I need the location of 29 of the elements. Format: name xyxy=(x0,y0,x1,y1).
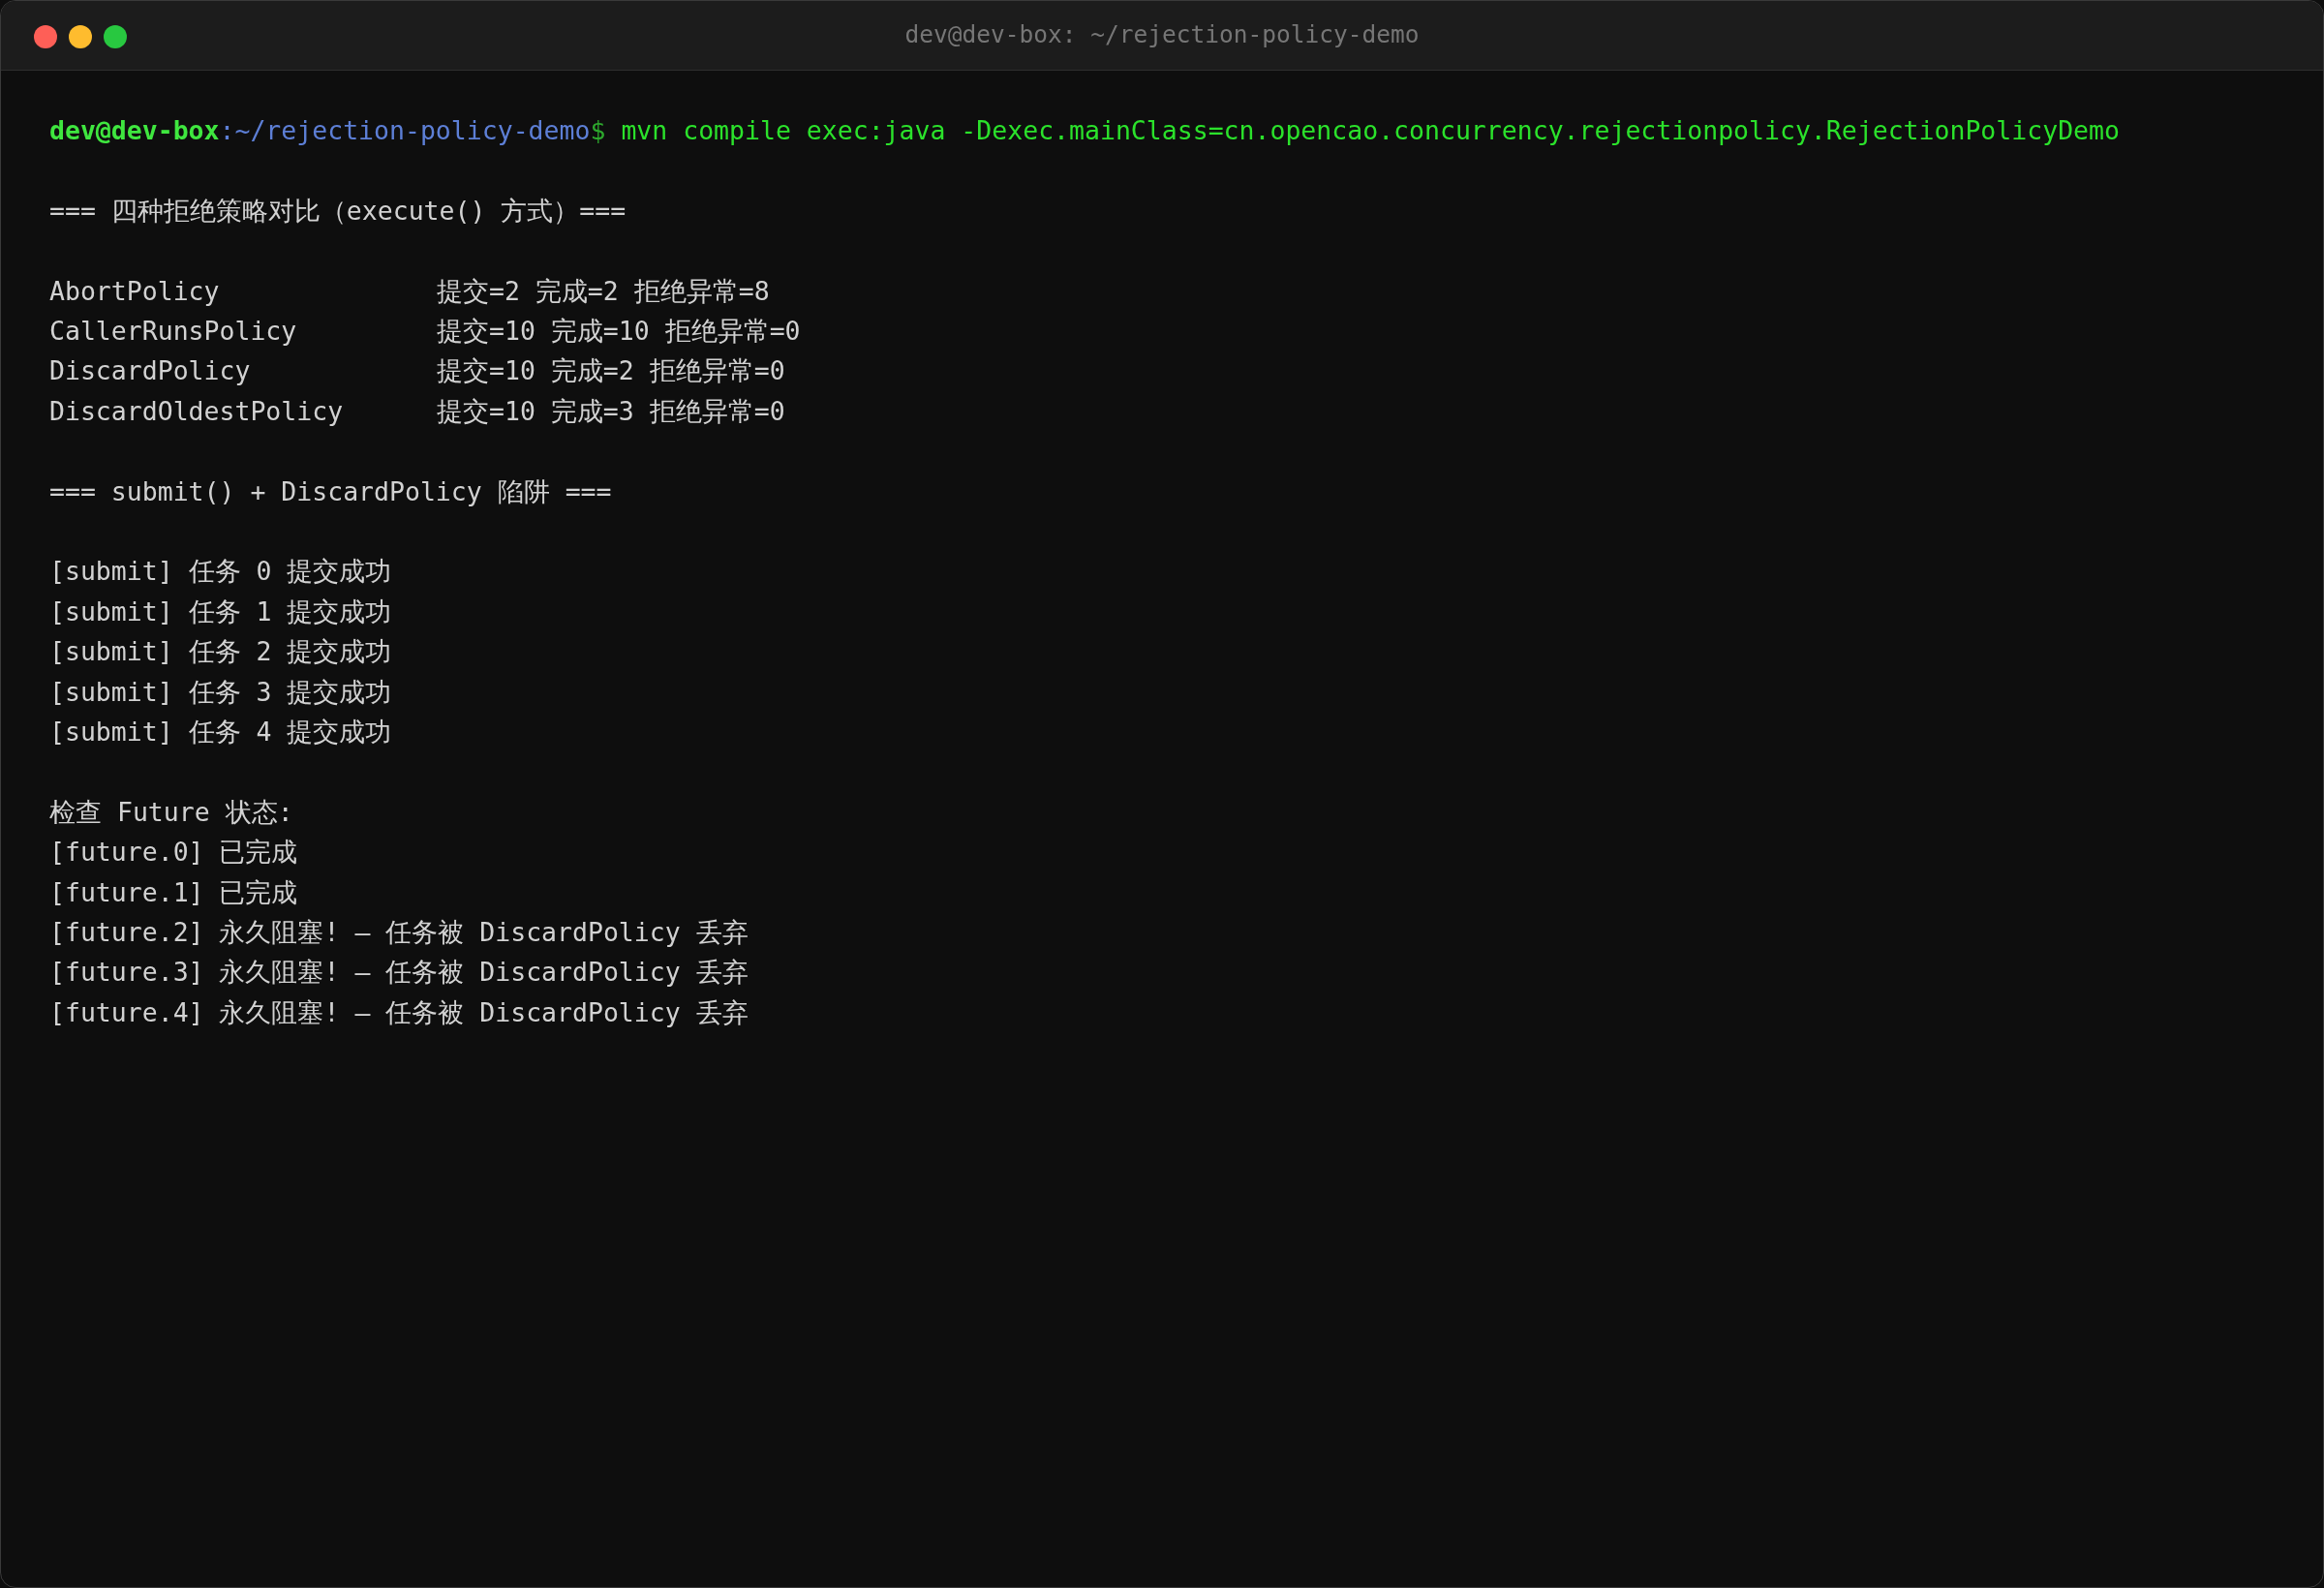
prompt-symbol: $ xyxy=(590,114,606,147)
policy-result: 提交=10 完成=2 拒绝异常=0 xyxy=(437,354,785,388)
output-line: [future.2] 永久阻塞! — 任务被 DiscardPolicy 丢弃 xyxy=(49,916,749,950)
policy-result: 提交=10 完成=3 拒绝异常=0 xyxy=(437,394,785,428)
section-heading: === 四种拒绝策略对比（execute() 方式）=== xyxy=(49,194,627,228)
output-line: [future.3] 永久阻塞! — 任务被 DiscardPolicy 丢弃 xyxy=(49,956,749,990)
output-line: [submit] 任务 0 提交成功 xyxy=(49,555,392,589)
output-line: [submit] 任务 2 提交成功 xyxy=(49,635,392,669)
section-heading: === submit() + DiscardPolicy 陷阱 === xyxy=(49,474,612,508)
policy-result: 提交=10 完成=10 拒绝异常=0 xyxy=(437,315,801,348)
prompt-path: :~/rejection-policy-demo xyxy=(219,114,591,147)
prompt-user-host: dev@dev-box xyxy=(49,114,220,147)
command-text: mvn compile exec:java -Dexec.mainClass=cn.opencao.concurrency.rejectionpolicy.RejectionPolicyDemo xyxy=(621,114,2120,147)
minimize-button[interactable] xyxy=(69,25,92,48)
policy-name: DiscardPolicy xyxy=(49,354,251,388)
output-line: 检查 Future 状态: xyxy=(49,795,293,829)
output-line: [submit] 任务 1 提交成功 xyxy=(49,595,392,628)
zoom-button[interactable] xyxy=(104,25,127,48)
policy-name: AbortPolicy xyxy=(49,274,220,308)
output-line: [submit] 任务 4 提交成功 xyxy=(49,716,392,749)
policy-name: CallerRunsPolicy xyxy=(49,315,297,348)
output-line: [submit] 任务 3 提交成功 xyxy=(49,675,392,709)
policy-name: DiscardOldestPolicy xyxy=(49,394,344,428)
output-line: [future.0] 已完成 xyxy=(49,836,298,870)
policy-result: 提交=2 完成=2 拒绝异常=8 xyxy=(437,274,770,308)
close-button[interactable] xyxy=(34,25,57,48)
output-line: [future.1] 已完成 xyxy=(49,875,298,909)
window-title: dev@dev-box: ~/rejection-policy-demo xyxy=(904,19,1420,51)
output-line: [future.4] 永久阻塞! — 任务被 DiscardPolicy 丢弃 xyxy=(49,995,749,1029)
